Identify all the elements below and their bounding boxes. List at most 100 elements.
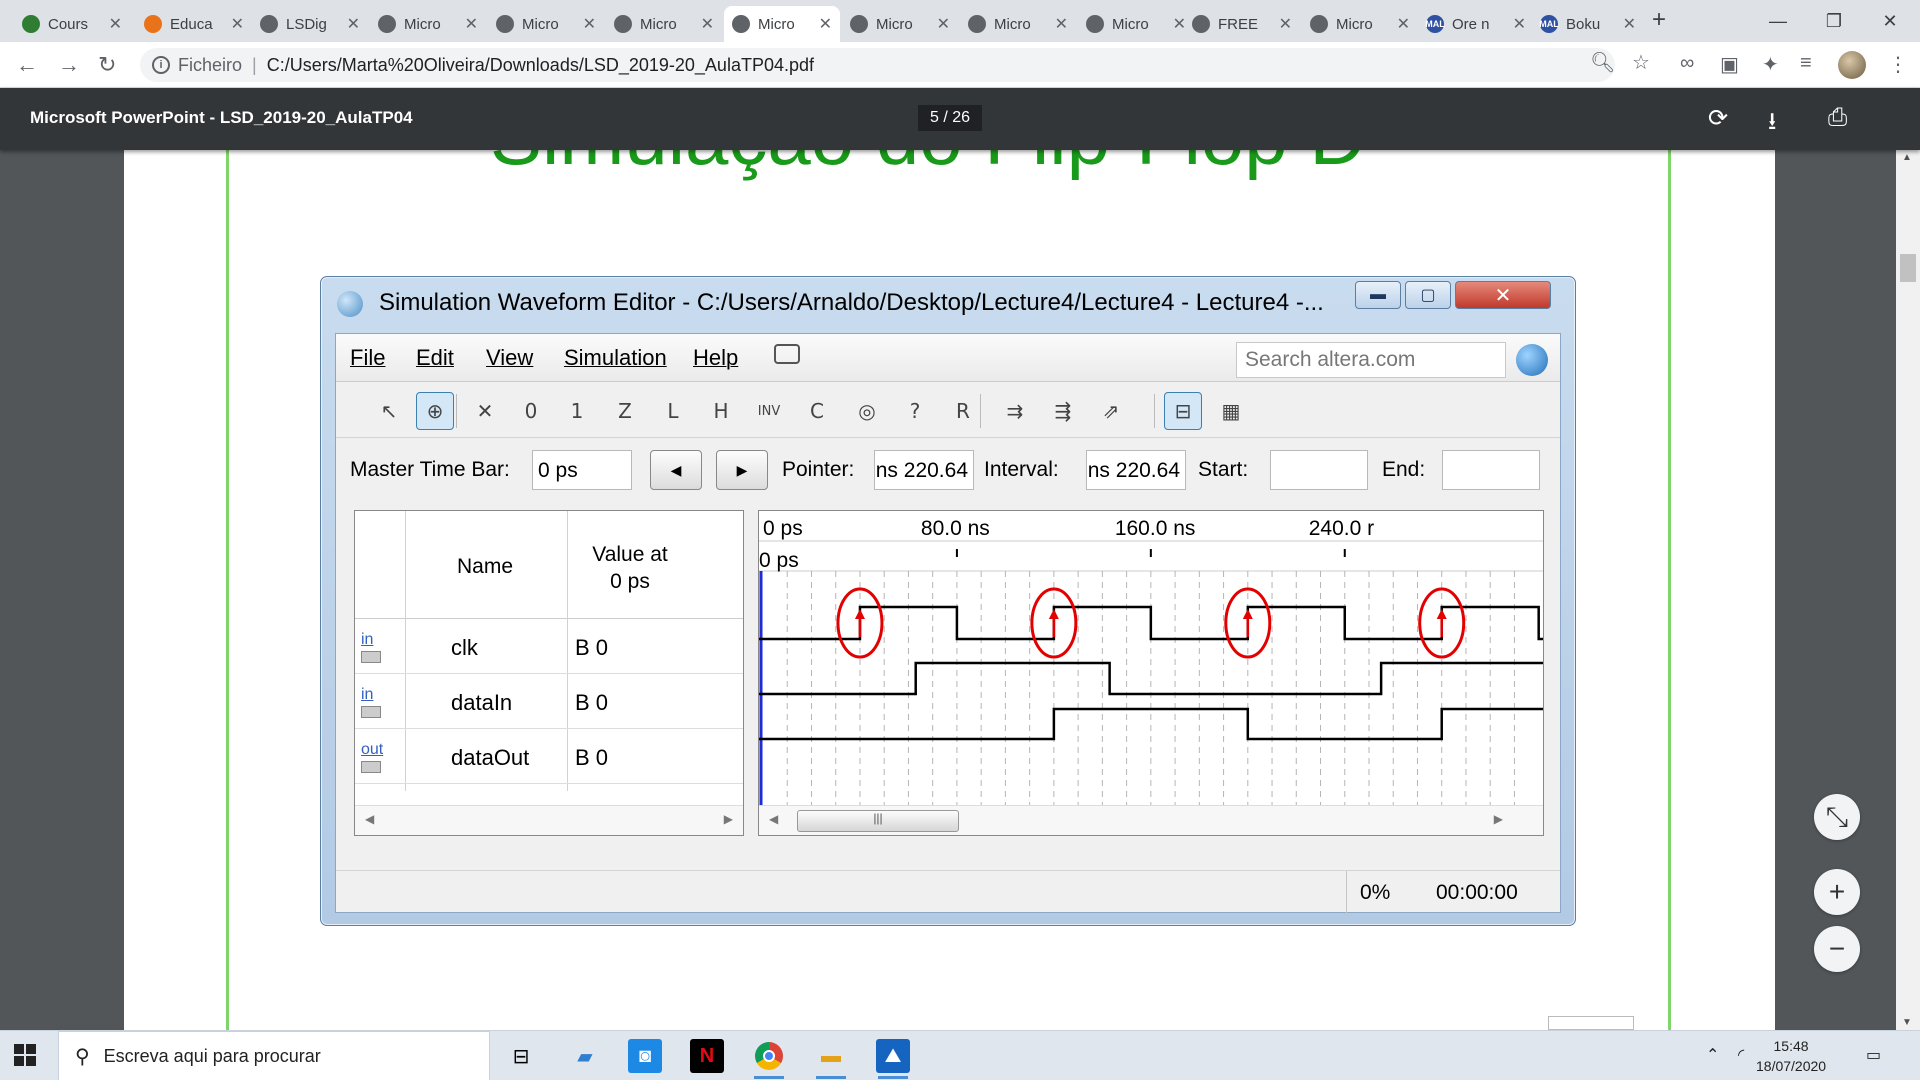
- altera-search-input[interactable]: Search altera.com: [1236, 342, 1506, 378]
- browser-tab[interactable]: Micro ✕: [842, 6, 958, 42]
- viewer-scrollbar[interactable]: ▲ ▼: [1896, 150, 1920, 1030]
- node-list-hscroll[interactable]: ◀ ▶: [355, 805, 743, 835]
- rotate-icon[interactable]: ⟳: [1708, 104, 1728, 133]
- master-time-field[interactable]: 0 ps: [532, 450, 632, 490]
- start-field[interactable]: [1270, 450, 1368, 490]
- count-value-icon[interactable]: C: [798, 392, 836, 430]
- new-tab-button[interactable]: +: [1652, 6, 1666, 34]
- random-values-icon[interactable]: ?: [896, 392, 934, 430]
- extension-link-icon[interactable]: ∞: [1680, 52, 1694, 75]
- print-icon[interactable]: ⎙: [1828, 104, 1847, 132]
- next-transition-button[interactable]: ▶: [716, 450, 768, 490]
- minimize-button[interactable]: —: [1750, 0, 1806, 42]
- page-indicator[interactable]: 5 / 26: [918, 105, 983, 131]
- netflix-icon[interactable]: N: [690, 1039, 724, 1073]
- select-tool-icon[interactable]: ↖: [370, 392, 408, 430]
- scroll-right-icon[interactable]: ▶: [724, 812, 733, 826]
- browser-tab[interactable]: FREE ✕: [1184, 6, 1300, 42]
- arbitrary-value-icon[interactable]: R: [944, 392, 982, 430]
- q-maximize-button[interactable]: ▢: [1405, 281, 1451, 309]
- tab-close-icon[interactable]: ✕: [1055, 14, 1068, 34]
- task-view-icon[interactable]: ⊟: [504, 1039, 538, 1073]
- weak-low-icon[interactable]: L: [654, 392, 692, 430]
- zoom-in-button[interactable]: +: [1814, 869, 1860, 915]
- photos-icon[interactable]: ⛰: [876, 1039, 910, 1079]
- globe-icon[interactable]: [1516, 344, 1548, 376]
- q-minimize-button[interactable]: ▬: [1355, 281, 1401, 309]
- generate-netlist-icon[interactable]: ⇗: [1092, 392, 1130, 430]
- name-column-header[interactable]: Name: [457, 555, 513, 579]
- wave-scroll-right-icon[interactable]: ▶: [1494, 812, 1503, 826]
- media-control-icon[interactable]: ≡: [1800, 52, 1812, 75]
- wave-scroll-thumb[interactable]: |||: [797, 810, 959, 832]
- wave-scroll-left-icon[interactable]: ◀: [769, 812, 778, 826]
- waveform-pane[interactable]: 0 ps 80.0 ns 160.0 ns 240.0 r 0 ps ◀ ||| ▶: [758, 510, 1544, 836]
- weak-high-icon[interactable]: H: [702, 392, 740, 430]
- forcing-unknown-icon[interactable]: ✕: [466, 392, 504, 430]
- browser-tab[interactable]: MAL Ore n ✕: [1418, 6, 1534, 42]
- tab-close-icon[interactable]: ✕: [231, 14, 244, 34]
- browser-tab[interactable]: Cours ✕: [14, 6, 130, 42]
- menu-file[interactable]: File: [350, 345, 385, 371]
- scroll-up-arrow-icon[interactable]: ▲: [1902, 152, 1912, 163]
- menu-view[interactable]: View: [486, 345, 533, 371]
- tab-close-icon[interactable]: ✕: [937, 14, 950, 34]
- q-close-button[interactable]: ✕: [1455, 281, 1551, 309]
- maximize-button[interactable]: ❐: [1806, 0, 1862, 42]
- timing-simulation-icon[interactable]: ⇶: [1044, 392, 1082, 430]
- invert-icon[interactable]: INV: [750, 392, 788, 430]
- pointer-field[interactable]: 220.64 ns: [874, 450, 974, 490]
- file-explorer-icon[interactable]: ▬: [814, 1039, 848, 1079]
- browser-tab[interactable]: Micro ✕: [724, 6, 840, 42]
- scroll-left-icon[interactable]: ◀: [365, 812, 374, 826]
- tab-close-icon[interactable]: ✕: [819, 14, 832, 34]
- menu-help[interactable]: Help: [693, 345, 738, 371]
- value-column-header[interactable]: Value at 0 ps: [565, 541, 695, 595]
- forcing-low-icon[interactable]: 0: [512, 392, 550, 430]
- tab-close-icon[interactable]: ✕: [1279, 14, 1292, 34]
- address-bar[interactable]: i Ficheiro | C:/Users/Marta%20Oliveira/D…: [140, 48, 1615, 82]
- system-clock[interactable]: 15:48 18/07/2020: [1756, 1036, 1826, 1076]
- fit-page-button[interactable]: ⤡: [1814, 794, 1860, 840]
- zoom-icon[interactable]: 🔍︎: [1590, 50, 1615, 75]
- tab-close-icon[interactable]: ✕: [109, 14, 122, 34]
- feedback-icon[interactable]: [774, 344, 800, 364]
- prev-transition-button[interactable]: ◀: [650, 450, 702, 490]
- zoom-out-button[interactable]: −: [1814, 926, 1860, 972]
- browser-tab[interactable]: Micro ✕: [370, 6, 486, 42]
- menu-simulation[interactable]: Simulation: [564, 345, 667, 371]
- scroll-down-arrow-icon[interactable]: ▼: [1902, 1017, 1912, 1028]
- browser-tab[interactable]: MAL Boku ✕: [1532, 6, 1644, 42]
- screenshot-app-icon[interactable]: ◙: [628, 1039, 662, 1073]
- tab-close-icon[interactable]: ✕: [1397, 14, 1410, 34]
- wifi-icon[interactable]: ◜: [1738, 1045, 1744, 1065]
- browser-tab[interactable]: Micro ✕: [488, 6, 604, 42]
- tab-close-icon[interactable]: ✕: [347, 14, 360, 34]
- tab-close-icon[interactable]: ✕: [583, 14, 596, 34]
- browser-tab[interactable]: Educa ✕: [136, 6, 252, 42]
- app-icon[interactable]: ▰: [568, 1039, 602, 1073]
- waveform-canvas[interactable]: 0 ps 80.0 ns 160.0 ns 240.0 r 0 ps: [759, 511, 1544, 807]
- end-field[interactable]: [1442, 450, 1540, 490]
- bookmark-star-icon[interactable]: ☆: [1632, 50, 1650, 75]
- interval-field[interactable]: 220.64 ns: [1086, 450, 1186, 490]
- browser-tab[interactable]: Micro ✕: [606, 6, 722, 42]
- overwrite-clock-icon[interactable]: ◎: [848, 392, 886, 430]
- scroll-thumb[interactable]: [1900, 254, 1916, 282]
- reload-icon[interactable]: ↻: [98, 52, 116, 78]
- snap-to-grid-icon[interactable]: ⊟: [1164, 392, 1202, 430]
- taskbar-search-box[interactable]: ⚲ Escreva aqui para procurar: [58, 1031, 490, 1080]
- tab-close-icon[interactable]: ✕: [701, 14, 714, 34]
- extensions-puzzle-icon[interactable]: ✦: [1762, 52, 1779, 77]
- tab-close-icon[interactable]: ✕: [465, 14, 478, 34]
- tray-chevron-icon[interactable]: ⌃: [1706, 1045, 1719, 1065]
- functional-simulation-icon[interactable]: ⇉: [996, 392, 1034, 430]
- notification-icon[interactable]: ▭: [1866, 1045, 1881, 1065]
- download-icon[interactable]: ⭳: [1768, 104, 1776, 145]
- menu-edit[interactable]: Edit: [416, 345, 454, 371]
- forward-icon[interactable]: →: [58, 52, 80, 78]
- signal-row[interactable]: out dataOut B 0: [355, 729, 743, 784]
- profile-avatar[interactable]: [1838, 51, 1866, 79]
- pocket-icon[interactable]: ▣: [1720, 52, 1739, 77]
- signal-row[interactable]: in clk B 0: [355, 619, 743, 674]
